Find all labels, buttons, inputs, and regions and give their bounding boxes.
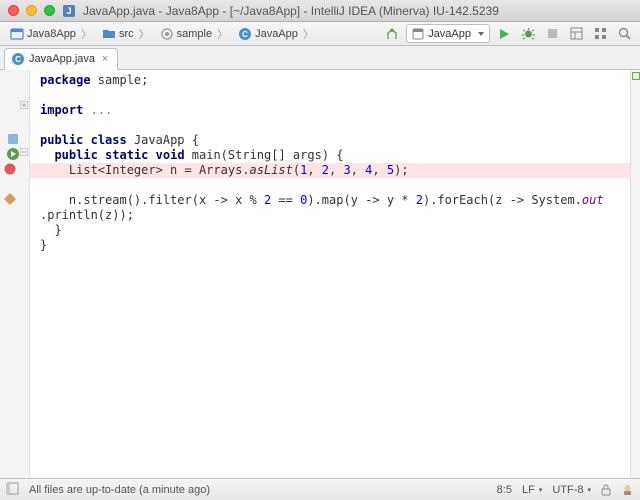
caret-position[interactable]: 8:5 xyxy=(497,484,512,496)
chevron-right-icon: 〉 xyxy=(139,26,150,42)
status-bar: All files are up-to-date (a minute ago) … xyxy=(0,478,640,500)
error-stripe[interactable] xyxy=(630,70,640,478)
editor-tab-label: JavaApp.java xyxy=(29,53,95,65)
package-icon xyxy=(160,27,174,41)
toolbar-actions: JavaApp xyxy=(382,24,634,44)
editor-area: package sample; import ... public class … xyxy=(0,70,640,478)
application-icon xyxy=(411,27,425,41)
breadcrumb-package[interactable]: sample 〉 xyxy=(156,24,232,44)
search-everywhere-button[interactable] xyxy=(614,24,634,44)
breadcrumb-project[interactable]: Java8App 〉 xyxy=(6,24,96,44)
breadcrumb-project-label: Java8App xyxy=(27,28,76,40)
breadcrumb-src-label: src xyxy=(119,28,134,40)
window-titlebar: J JavaApp.java - Java8App - [~/Java8App]… xyxy=(0,0,640,22)
hector-icon[interactable] xyxy=(621,483,634,496)
main-toolbar: Java8App 〉 src 〉 sample 〉 C JavaApp 〉 Ja… xyxy=(0,22,640,46)
file-encoding[interactable]: UTF-8▾ xyxy=(552,484,591,496)
build-button[interactable] xyxy=(382,24,402,44)
close-window-button[interactable] xyxy=(8,5,19,16)
run-gutter-icon[interactable] xyxy=(6,147,20,161)
breadcrumb-class[interactable]: C JavaApp 〉 xyxy=(234,24,318,44)
java-file-icon: J xyxy=(62,4,76,18)
chevron-right-icon: 〉 xyxy=(217,26,228,42)
navigation-breadcrumb: Java8App 〉 src 〉 sample 〉 C JavaApp 〉 xyxy=(6,24,380,44)
line-separator[interactable]: LF▾ xyxy=(522,484,542,496)
breadcrumb-class-label: JavaApp xyxy=(255,28,298,40)
stop-button[interactable] xyxy=(542,24,562,44)
run-configuration-label: JavaApp xyxy=(428,28,471,40)
svg-text:C: C xyxy=(242,30,248,39)
minimize-window-button[interactable] xyxy=(26,5,37,16)
class-icon: C xyxy=(238,27,252,41)
tool-window-quick-access-icon[interactable] xyxy=(6,482,19,498)
code-editor[interactable]: package sample; import ... public class … xyxy=(30,70,630,478)
zoom-window-button[interactable] xyxy=(44,5,55,16)
project-structure-button[interactable] xyxy=(590,24,610,44)
chevron-right-icon: 〉 xyxy=(81,26,92,42)
expand-icon[interactable] xyxy=(20,100,28,108)
collapse-icon[interactable] xyxy=(20,147,28,155)
breadcrumb-package-label: sample xyxy=(177,28,212,40)
breakpoint-icon[interactable] xyxy=(3,162,17,176)
editor-tab-active[interactable]: C JavaApp.java × xyxy=(4,48,118,70)
read-only-toggle[interactable] xyxy=(601,484,611,496)
svg-text:C: C xyxy=(15,55,21,64)
close-tab-button[interactable]: × xyxy=(99,53,111,65)
gutter[interactable] xyxy=(0,70,30,478)
override-icon[interactable] xyxy=(6,132,20,146)
breadcrumb-src[interactable]: src 〉 xyxy=(98,24,154,44)
inspection-indicator-icon[interactable] xyxy=(632,72,640,80)
layout-settings-button[interactable] xyxy=(566,24,586,44)
run-configuration-selector[interactable]: JavaApp xyxy=(406,24,490,43)
svg-text:J: J xyxy=(66,6,71,16)
editor-tabs: C JavaApp.java × xyxy=(0,46,640,70)
folder-icon xyxy=(102,27,116,41)
debug-button[interactable] xyxy=(518,24,538,44)
lambda-breakpoint-icon[interactable] xyxy=(3,192,17,206)
chevron-right-icon: 〉 xyxy=(303,26,314,42)
status-message: All files are up-to-date (a minute ago) xyxy=(29,484,210,496)
module-icon xyxy=(10,27,24,41)
class-icon: C xyxy=(11,52,25,66)
run-button[interactable] xyxy=(494,24,514,44)
window-title: JavaApp.java - Java8App - [~/Java8App] -… xyxy=(83,4,499,18)
traffic-lights xyxy=(8,5,55,16)
